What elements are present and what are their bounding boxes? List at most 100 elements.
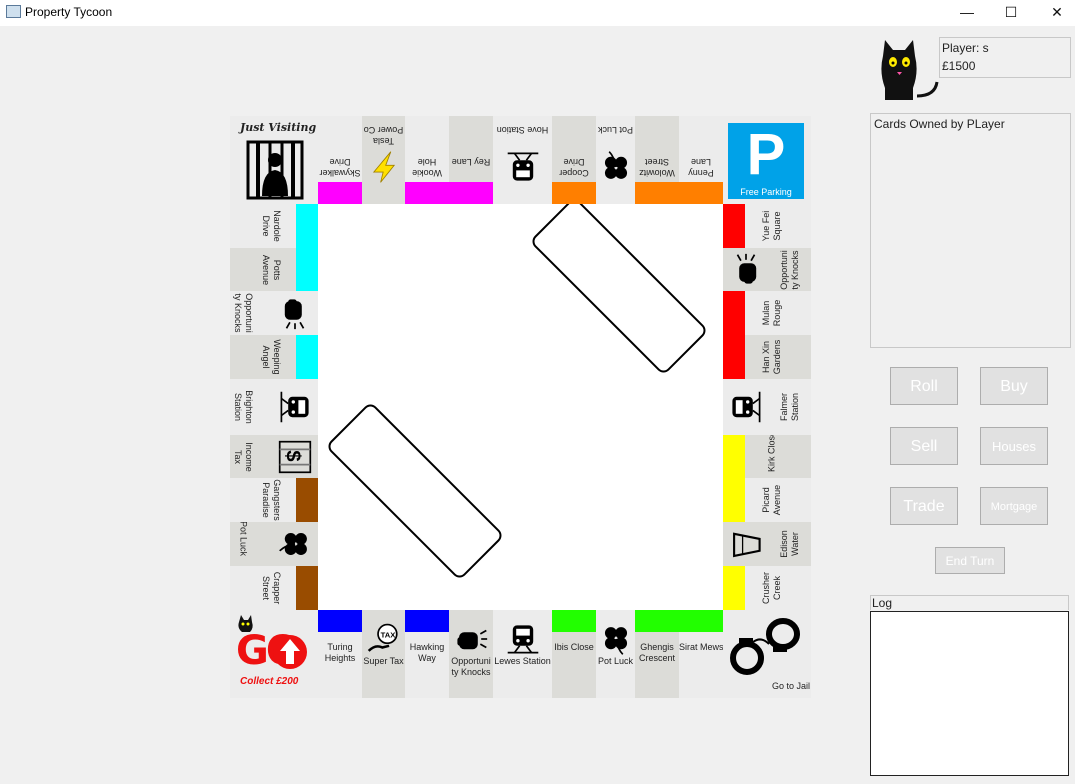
space-label: Gangsters Paradise: [261, 479, 282, 521]
cards-owned-title: Cards Owned by PLayer: [874, 117, 1005, 131]
space-ibis-close[interactable]: Ibis Close: [552, 610, 596, 698]
space-crapper-street[interactable]: Crapper Street: [230, 566, 318, 610]
space-edison-water[interactable]: Edison Water: [723, 522, 811, 566]
space-label: Opportuni ty Knocks: [779, 249, 800, 290]
go-corner[interactable]: GO Collect £200: [230, 610, 318, 698]
space-label: Hawking Way: [409, 642, 445, 663]
close-button[interactable]: ✕: [1034, 0, 1075, 26]
handcuffs-icon: [730, 618, 800, 675]
space-label: Nardole Drive: [261, 210, 282, 242]
space-super-tax[interactable]: TAX Super Tax: [362, 610, 405, 698]
space-label: Crapper Street: [261, 571, 282, 605]
space-yue-fei-square[interactable]: Yue Fei Square: [723, 204, 811, 248]
space-label: Falmer Station: [779, 392, 800, 422]
space-pot-luck[interactable]: Pot Luck: [230, 522, 318, 566]
space-potts-avenue[interactable]: Potts Avenue: [230, 248, 318, 291]
space-opportunity-knocks[interactable]: Opportuni ty Knocks: [230, 291, 318, 335]
space-mulan-rouge[interactable]: Mulan Rouge: [723, 291, 811, 335]
log-panel[interactable]: [870, 611, 1069, 776]
buy-button[interactable]: Buy: [980, 367, 1048, 405]
collect-label: Collect £200: [240, 676, 299, 687]
train-icon: [280, 391, 309, 423]
lightning-icon: [372, 151, 395, 183]
just-visiting-label: Just Visiting: [240, 121, 317, 134]
color-band: [318, 610, 362, 632]
trade-button[interactable]: Trade: [890, 487, 958, 525]
space-pot-luck[interactable]: Pot Luck: [596, 610, 635, 698]
color-band: [405, 182, 449, 204]
space-opportunity-knocks[interactable]: Opportuni ty Knocks: [723, 248, 811, 291]
app-icon: [6, 5, 21, 18]
free-parking-corner[interactable]: P Free Parking: [723, 116, 811, 204]
space-nardole-drive[interactable]: Nardole Drive: [230, 204, 318, 248]
space-label: Weeping Angel: [261, 339, 282, 375]
train-icon: [732, 391, 761, 423]
clover-icon: [279, 532, 307, 556]
minimize-button[interactable]: —: [944, 0, 990, 26]
go-to-jail-corner[interactable]: Go to Jail: [723, 610, 811, 698]
space-crusher-creek[interactable]: Crusher Creek: [723, 566, 811, 610]
space-pot-luck[interactable]: Pot Luck: [596, 116, 635, 204]
space-brighton-station[interactable]: Brighton Station: [230, 379, 318, 435]
space-label: Wolowitz Street: [639, 157, 675, 178]
water-glass-icon: [733, 532, 761, 558]
space-label: Picard Avenue: [761, 484, 782, 516]
space-opportunity-knocks[interactable]: Opportuni ty Knocks: [449, 610, 493, 698]
opportunity-knocks-deck[interactable]: [529, 196, 709, 376]
space-picard-avenue[interactable]: Picard Avenue: [723, 478, 811, 522]
tax-icon: TAX: [367, 623, 398, 652]
space-wolowitz-street[interactable]: Wolowitz Street: [635, 116, 679, 204]
cards-owned-panel[interactable]: Cards Owned by PLayer: [870, 113, 1071, 348]
space-sirat-mews[interactable]: Sirat Mews: [679, 610, 723, 698]
fist-icon: [457, 629, 488, 650]
mortgage-button[interactable]: Mortgage: [980, 487, 1048, 525]
space-label: Super Tax: [363, 656, 404, 666]
just-visiting-corner[interactable]: Just Visiting: [230, 116, 318, 204]
space-label: Ghengis Crescent: [638, 642, 675, 663]
space-falmer-station[interactable]: Falmer Station: [723, 379, 811, 435]
space-hawking-way[interactable]: Hawking Way: [405, 610, 449, 698]
space-income-tax[interactable]: $ Income Tax: [230, 435, 318, 478]
space-weeping-angel[interactable]: Weeping Angel: [230, 335, 318, 379]
houses-button[interactable]: Houses: [980, 427, 1048, 465]
space-ghengis-crescent[interactable]: Ghengis Crescent: [635, 610, 679, 698]
space-lewes-station[interactable]: Lewes Station: [493, 610, 552, 698]
space-rey-lane[interactable]: Rey Lane: [449, 116, 493, 204]
end-turn-button[interactable]: End Turn: [935, 547, 1005, 574]
space-turing-heights[interactable]: Turing Heights: [318, 610, 362, 698]
color-band: [296, 478, 318, 522]
space-cooper-drive[interactable]: Cooper Drive: [552, 116, 596, 204]
color-band: [405, 610, 449, 632]
space-label: Income Tax: [233, 441, 254, 472]
space-label: Sirat Mews: [679, 642, 723, 652]
space-gangsters-paradise[interactable]: Gangsters Paradise: [230, 478, 318, 522]
space-label: Yue Fei Square: [761, 210, 782, 242]
space-label: Edison Water: [779, 530, 800, 558]
black-cat-icon: [881, 40, 939, 100]
space-kirk-close[interactable]: Kirk Close: [723, 435, 811, 478]
space-label: Mulan Rouge: [761, 299, 782, 327]
space-han-xin-gardens[interactable]: Han Xin Gardens: [723, 335, 811, 379]
roll-button[interactable]: Roll: [890, 367, 958, 405]
space-wookie-hole[interactable]: Wookie Hole: [405, 116, 449, 204]
title-bar: Property Tycoon — ☐ ✕: [0, 0, 1075, 26]
parking-icon: P Free Parking: [728, 123, 804, 199]
clover-icon: [604, 151, 627, 179]
color-band: [635, 182, 679, 204]
maximize-button[interactable]: ☐: [988, 0, 1034, 26]
svg-text:TAX: TAX: [380, 630, 396, 639]
log-label: Log: [870, 595, 1069, 610]
space-hove-station[interactable]: Hove Station: [493, 116, 552, 204]
clover-icon: [604, 627, 627, 655]
color-band: [723, 478, 745, 522]
pot-luck-deck[interactable]: [325, 401, 505, 581]
sell-button[interactable]: Sell: [890, 427, 958, 465]
color-band: [296, 566, 318, 610]
color-band: [679, 610, 723, 632]
space-penny-lane[interactable]: Penny Lane: [679, 116, 723, 204]
space-tesla-power-co[interactable]: Tesla Power Co: [362, 116, 405, 204]
space-skywalker-drive[interactable]: Skywalker Drive: [318, 116, 362, 204]
space-label: Rey Lane: [451, 157, 491, 167]
color-band: [723, 566, 745, 610]
space-label: Lewes Station: [494, 656, 551, 666]
